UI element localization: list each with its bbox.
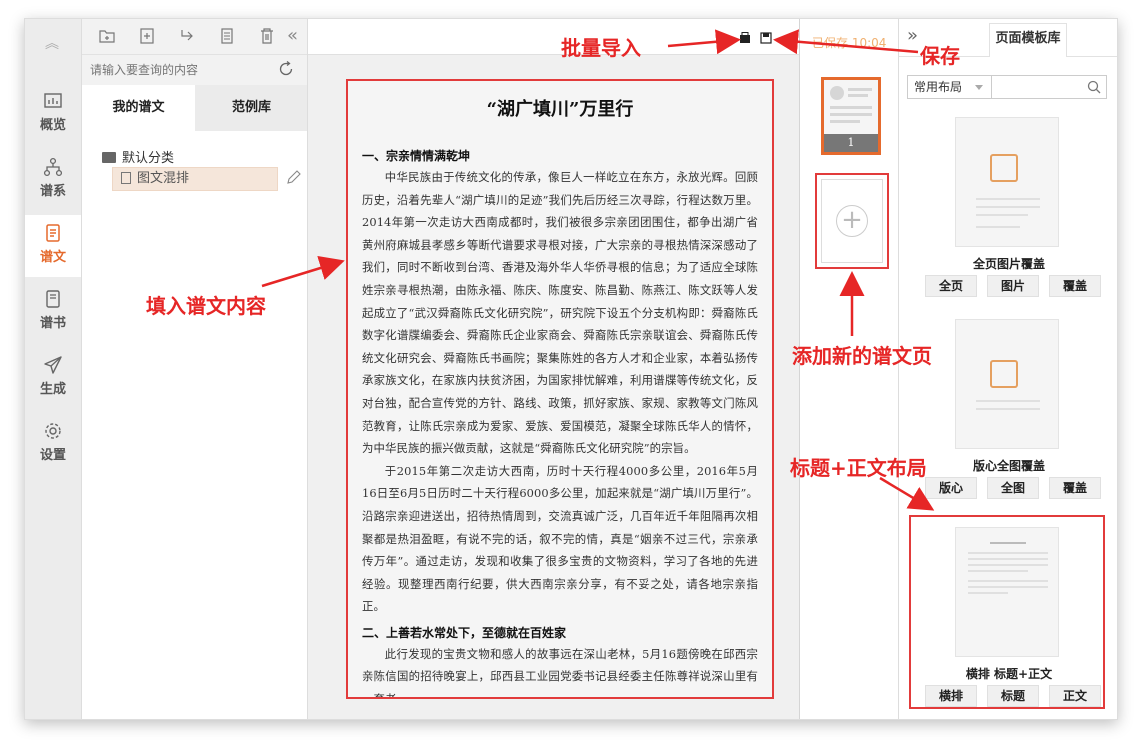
trash-icon[interactable]	[258, 27, 276, 45]
image-placeholder-icon	[990, 154, 1018, 182]
section-heading[interactable]: 一、宗亲情情满乾坤	[362, 147, 758, 164]
saved-status: 已保存 10:04	[812, 36, 887, 50]
option-button[interactable]: 图片	[987, 275, 1039, 297]
option-button[interactable]: 覆盖	[1049, 477, 1101, 499]
collapse-left-icon[interactable]: «	[287, 25, 298, 46]
page-number: 1	[824, 134, 878, 152]
refresh-icon[interactable]	[277, 60, 295, 78]
file-icon	[121, 172, 131, 184]
nav-item-book[interactable]: 谱书	[25, 281, 81, 343]
paragraph[interactable]: 于2015年第二次走访大西南，历时十天行程4000多公里，2016年5月16日至…	[362, 460, 758, 618]
caret-down-icon	[975, 85, 983, 90]
search-input[interactable]	[90, 59, 270, 81]
file-panel: « 我的谱文 范例库 默认分类 图文混排	[82, 19, 308, 719]
tree-icon	[43, 157, 63, 177]
nav-item-settings[interactable]: 设置	[25, 413, 81, 475]
option-button[interactable]: 横排	[925, 685, 977, 707]
bar-chart-icon	[44, 93, 62, 108]
page-thumbnail[interactable]: 1	[821, 77, 881, 155]
paragraph[interactable]: 此行发现的宝贵文物和感人的故事远在深山老林，5月16题傍晚在邱西宗亲陈信国的招待…	[362, 643, 758, 697]
collapse-up-icon[interactable]: ︽	[40, 33, 64, 53]
document-icon	[46, 224, 60, 242]
annotation-add-page: 添加新的谱文页	[792, 344, 932, 368]
nav-label: 设置	[39, 448, 66, 463]
image-placeholder-icon	[990, 360, 1018, 388]
nav-label: 谱文	[39, 250, 66, 265]
document-page[interactable]: “湖广填川”万里行 一、宗亲情情满乾坤 中华民族由于传统文化的传承，像巨人一样屹…	[346, 79, 774, 699]
nav-label: 概览	[39, 118, 66, 133]
folder-label: 默认分类	[122, 151, 175, 166]
file-item[interactable]: 图文混排	[112, 167, 278, 191]
file-label: 图文混排	[137, 171, 190, 186]
file-toolbar: «	[82, 19, 307, 55]
annotation-save: 保存	[920, 44, 960, 68]
gear-icon	[45, 423, 61, 439]
book-icon	[46, 290, 60, 308]
template-title: 全页图片覆盖	[972, 257, 1045, 271]
template-options: 横排 标题 正文	[925, 685, 1101, 707]
nav-item-generate[interactable]: 生成	[25, 347, 81, 409]
template-options: 全页 图片 覆盖	[925, 275, 1101, 297]
new-folder-icon[interactable]	[98, 27, 116, 45]
folder-default[interactable]: 默认分类	[102, 147, 174, 166]
option-button[interactable]: 版心	[925, 477, 977, 499]
annotation-title-layout: 标题+正文布局	[790, 456, 927, 480]
editor-toolbar	[308, 19, 799, 55]
nav-label: 谱系	[39, 184, 66, 199]
batch-import-icon[interactable]	[739, 32, 751, 44]
section-heading[interactable]: 二、上善若水常处下，至德就在百姓家	[362, 624, 758, 641]
move-icon[interactable]	[178, 27, 196, 45]
add-page-frame: +	[821, 179, 883, 263]
folder-icon	[102, 152, 116, 163]
page-thumbnails: 1 +	[801, 19, 899, 719]
template-card[interactable]	[955, 117, 1059, 247]
template-card[interactable]	[955, 527, 1059, 657]
annotation-fill-content: 填入谱文内容	[146, 294, 266, 318]
paragraph[interactable]: 中华民族由于传统文化的传承，像巨人一样屹立在东方，永放光辉。回顾历史，沿着先辈人…	[362, 166, 758, 460]
nav-item-genealogy-text[interactable]: 谱文	[25, 215, 81, 277]
send-icon	[44, 356, 62, 374]
copy-icon[interactable]	[218, 27, 236, 45]
nav-item-overview[interactable]: 概览	[25, 83, 81, 145]
option-button[interactable]: 覆盖	[1049, 275, 1101, 297]
file-tabs: 我的谱文 范例库	[82, 85, 307, 131]
expand-right-icon[interactable]: »	[907, 25, 918, 46]
tab-my-texts[interactable]: 我的谱文	[82, 85, 195, 131]
search-icon[interactable]	[1086, 79, 1102, 95]
template-library: » 页面模板库 常用布局 全页图片覆盖 全页 图片 覆盖 版心全图覆盖 版心 全…	[899, 19, 1117, 719]
add-page-button[interactable]: +	[815, 173, 889, 269]
file-search	[82, 55, 307, 85]
template-title: 版心全图覆盖	[972, 459, 1045, 473]
editor-area: “湖广填川”万里行 一、宗亲情情满乾坤 中华民族由于传统文化的传承，像巨人一样屹…	[308, 19, 800, 719]
annotation-batch-import: 批量导入	[561, 36, 641, 60]
template-title: 横排 标题+正文	[965, 667, 1053, 681]
layout-select[interactable]: 常用布局	[908, 76, 992, 98]
option-button[interactable]: 全图	[987, 477, 1039, 499]
nav-label: 谱书	[39, 316, 66, 331]
nav-label: 生成	[39, 382, 66, 397]
template-options: 版心 全图 覆盖	[925, 477, 1101, 499]
app-window: ︽ 概览 谱系 谱文 谱书 生成 设置 « 请输入要查询的内容 我的谱文 范例库…	[24, 18, 1118, 720]
plus-icon: +	[836, 205, 868, 237]
template-filter: 常用布局	[907, 75, 1107, 99]
option-button[interactable]: 标题	[987, 685, 1039, 707]
option-button[interactable]: 正文	[1049, 685, 1101, 707]
nav-item-lineage[interactable]: 谱系	[25, 149, 81, 211]
layout-select-value: 常用布局	[914, 80, 963, 94]
save-icon[interactable]	[760, 32, 772, 44]
side-nav: ︽ 概览 谱系 谱文 谱书 生成 设置	[25, 19, 82, 719]
tab-examples[interactable]: 范例库	[195, 85, 308, 131]
page-title[interactable]: “湖广填川”万里行	[362, 95, 758, 121]
template-card[interactable]	[955, 319, 1059, 449]
tab-template-library[interactable]: 页面模板库	[989, 23, 1067, 57]
edit-icon[interactable]	[286, 169, 302, 185]
new-file-icon[interactable]	[138, 27, 156, 45]
option-button[interactable]: 全页	[925, 275, 977, 297]
